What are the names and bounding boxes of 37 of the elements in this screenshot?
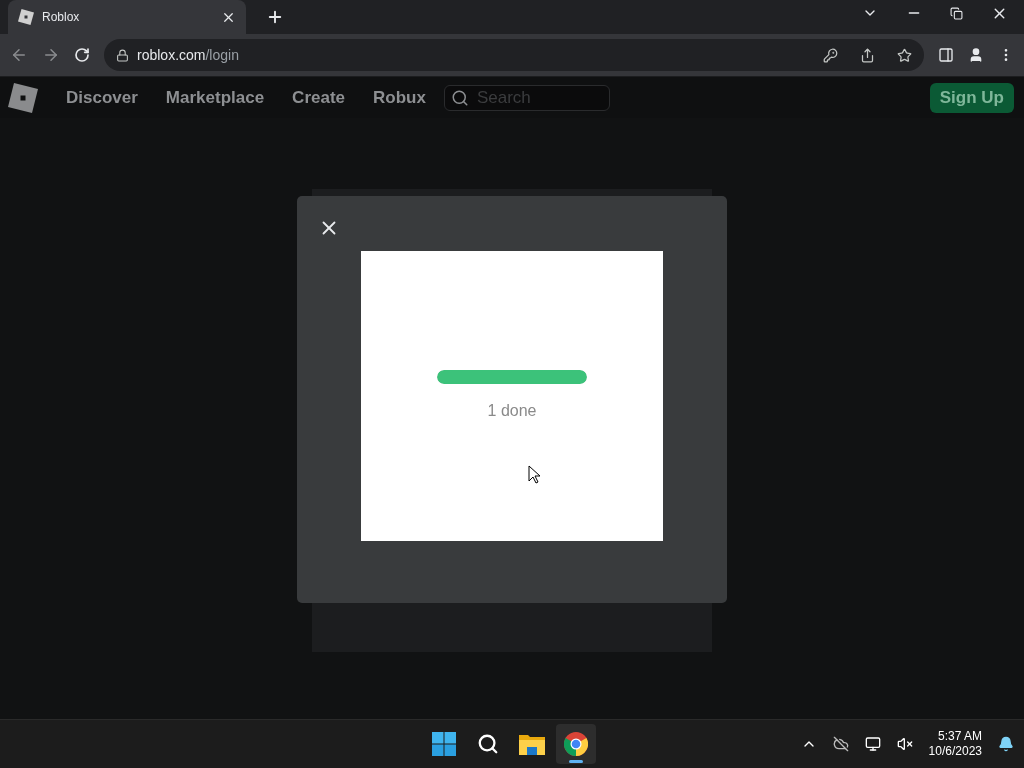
- clock-date: 10/6/2023: [928, 744, 982, 759]
- star-icon[interactable]: [897, 47, 912, 63]
- url-text: roblox.com/login: [137, 47, 240, 63]
- monitor-icon[interactable]: [864, 736, 881, 752]
- forward-icon[interactable]: [42, 46, 60, 64]
- key-icon[interactable]: [823, 47, 838, 63]
- nav-link[interactable]: Marketplace: [165, 87, 265, 108]
- restore-icon[interactable]: [950, 4, 963, 22]
- new-tab-icon[interactable]: [266, 8, 284, 26]
- windows-logo-icon: [432, 732, 456, 756]
- bell-icon[interactable]: [998, 736, 1014, 752]
- folder-icon: [519, 733, 545, 755]
- nav-link[interactable]: Discover: [66, 87, 138, 108]
- clock-time: 5:37 AM: [937, 729, 982, 744]
- nav-link[interactable]: Robux: [373, 87, 426, 108]
- side-panel-icon[interactable]: [938, 47, 954, 63]
- taskbar-app[interactable]: [556, 724, 596, 764]
- nav-link[interactable]: Create: [292, 87, 346, 108]
- cloud-off-icon[interactable]: [832, 736, 849, 752]
- reload-icon[interactable]: [74, 47, 90, 63]
- search-icon: [477, 733, 499, 755]
- browser-tab[interactable]: Roblox: [8, 0, 246, 34]
- search-icon: [450, 88, 469, 107]
- roblox-logo-icon: [18, 9, 34, 25]
- lock-icon: [116, 48, 129, 62]
- profile-icon[interactable]: [968, 47, 984, 63]
- clock[interactable]: 5:37 AM 10/6/2023: [928, 729, 982, 759]
- cursor-icon: [527, 465, 541, 484]
- share-icon[interactable]: [860, 47, 875, 63]
- back-icon[interactable]: [10, 46, 28, 64]
- progress-label: 1 done: [487, 402, 537, 420]
- chrome-logo-icon: [564, 732, 588, 756]
- roblox-logo-icon[interactable]: [8, 82, 38, 113]
- muted-speaker-icon[interactable]: [896, 736, 913, 752]
- sign-up-button[interactable]: Sign Up: [929, 82, 1014, 113]
- address-bar[interactable]: roblox.com/login: [104, 39, 924, 71]
- tab-title: Roblox: [42, 10, 81, 24]
